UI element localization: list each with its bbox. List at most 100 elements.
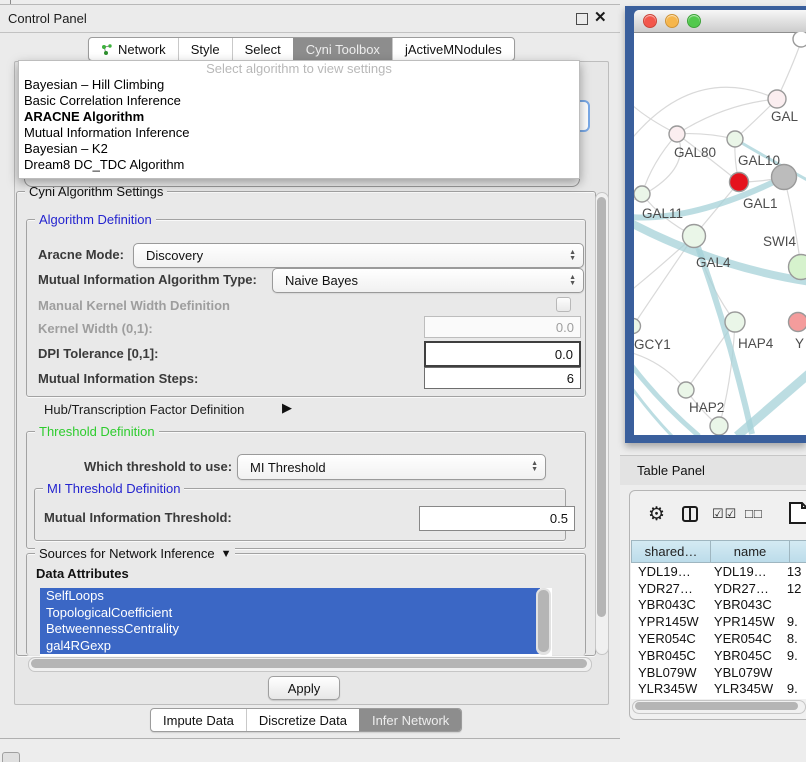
network-icon — [101, 43, 113, 56]
column-header-name[interactable]: name — [710, 540, 790, 563]
data-attribute-item[interactable]: gal4RGexp — [40, 638, 540, 655]
table-row[interactable]: YBL079WYBL079W — [631, 664, 806, 681]
table-cell: YBL079W — [631, 665, 707, 680]
network-node-gcy1[interactable] — [634, 319, 641, 334]
table-row[interactable]: YDL19…YDL19…13 — [631, 563, 806, 580]
network-node-gal4[interactable] — [683, 225, 706, 248]
network-edge[interactable] — [677, 99, 777, 134]
table-horizontal-scrollbar-thumb[interactable] — [635, 702, 798, 710]
collapsed-panel-button[interactable] — [2, 752, 20, 762]
network-node[interactable] — [793, 32, 806, 47]
document-icon[interactable] — [789, 502, 806, 529]
table-cell: YPR145W — [631, 614, 707, 629]
dpi-tolerance-field[interactable]: 0.0 — [424, 341, 581, 367]
table-row[interactable]: YIL052CYIL052C9 — [631, 697, 806, 699]
threshold-definition-title: Threshold Definition — [35, 424, 159, 439]
table-rows: YDL19…YDL19…13YDR27…YDR27…12YBR043CYBR04… — [631, 563, 806, 699]
minimize-traffic-light-icon[interactable] — [665, 14, 679, 28]
expand-arrow-icon[interactable]: ▶ — [282, 400, 292, 416]
network-edge[interactable] — [634, 222, 806, 282]
table-cell: YLR345W — [631, 681, 707, 696]
table-row[interactable]: YLR345WYLR345W9. — [631, 681, 806, 698]
deselect-all-icon[interactable]: □□ — [745, 506, 763, 521]
float-window-icon[interactable] — [576, 13, 588, 25]
close-traffic-light-icon[interactable] — [643, 14, 657, 28]
data-attribute-item[interactable]: SelfLoops — [40, 588, 540, 605]
mi-algorithm-type-combo[interactable]: Naive Bayes ▲▼ — [272, 268, 584, 293]
settings-vertical-scrollbar-thumb[interactable] — [597, 197, 606, 617]
network-node-hap4[interactable] — [725, 312, 745, 332]
tab-jactivemnodules[interactable]: jActiveMNodules — [392, 38, 514, 60]
data-attribute-item[interactable]: TopologicalCoefficient — [40, 605, 540, 622]
aracne-mode-value: Discovery — [146, 248, 203, 263]
column-layout-icon[interactable] — [682, 506, 698, 527]
network-edge[interactable] — [784, 177, 801, 267]
network-node-gal1[interactable] — [730, 173, 749, 192]
network-node-gal[interactable] — [768, 90, 786, 108]
table-row[interactable]: YDR27…YDR27…12 — [631, 580, 806, 597]
select-all-icon[interactable]: ☑☑ — [712, 506, 737, 522]
network-node-hap2[interactable] — [678, 382, 694, 398]
kernel-width-field[interactable]: 0.0 — [424, 316, 581, 338]
mi-threshold-field[interactable]: 0.5 — [419, 506, 575, 531]
aracne-mode-combo[interactable]: Discovery ▲▼ — [133, 243, 584, 268]
network-node-gal80[interactable] — [669, 126, 685, 142]
tab-cyni-toolbox[interactable]: Cyni Toolbox — [293, 38, 392, 60]
aracne-mode-label: Aracne Mode: — [38, 247, 124, 262]
network-edge[interactable] — [642, 134, 677, 194]
apply-button[interactable]: Apply — [268, 676, 340, 700]
tab-network[interactable]: Network — [89, 38, 178, 60]
mi-threshold-label: Mutual Information Threshold: — [44, 510, 232, 525]
table-row[interactable]: YBR045CYBR045C9. — [631, 647, 806, 664]
bottom-tab-infer-network[interactable]: Infer Network — [359, 709, 461, 731]
collapse-arrow-icon[interactable]: ▼ — [221, 548, 232, 560]
manual-kernel-width-checkbox[interactable] — [556, 297, 571, 312]
bottom-tab-discretize-data[interactable]: Discretize Data — [246, 709, 359, 731]
network-edge[interactable] — [634, 362, 699, 435]
network-node-gal11[interactable] — [634, 186, 650, 202]
network-canvas[interactable]: GALGAL80GAL10GAL1GAL11GAL4SWI4HAP4YGCY1H… — [634, 32, 806, 435]
attr-list-scrollbar-thumb[interactable] — [538, 590, 549, 652]
mi-steps-field[interactable]: 6 — [424, 367, 581, 389]
network-edge[interactable] — [677, 134, 735, 139]
algorithm-select-popup: Select algorithm to view settings Bayesi… — [18, 60, 580, 179]
algorithm-menu-item[interactable]: Bayesian – Hill Climbing — [19, 77, 579, 93]
network-edge[interactable] — [634, 352, 686, 390]
gear-icon[interactable]: ⚙ — [648, 503, 665, 526]
network-node-label: HAP4 — [738, 336, 774, 351]
network-node[interactable] — [772, 165, 797, 190]
algorithm-menu-item[interactable]: ARACNE Algorithm — [19, 109, 579, 125]
algorithm-menu-item[interactable]: Bayesian – K2 — [19, 141, 579, 157]
column-header-shared[interactable]: shared… — [631, 540, 711, 563]
bottom-tab-impute-data[interactable]: Impute Data — [151, 709, 246, 731]
network-node-gal10[interactable] — [727, 131, 743, 147]
network-node-swi4[interactable] — [789, 255, 806, 280]
which-threshold-combo[interactable]: MI Threshold ▲▼ — [237, 454, 546, 480]
table-row[interactable]: YPR145WYPR145W9. — [631, 613, 806, 630]
table-row[interactable]: YER054CYER054C8. — [631, 630, 806, 647]
column-header-clipped[interactable] — [789, 540, 806, 563]
data-attribute-item[interactable]: BetweennessCentrality — [40, 621, 540, 638]
sources-title-text: Sources for Network Inference — [39, 546, 215, 561]
algorithm-menu-item[interactable]: Basic Correlation Inference — [19, 93, 579, 109]
network-node-label: GAL4 — [696, 255, 731, 270]
manual-kernel-width-label: Manual Kernel Width Definition — [38, 298, 230, 313]
network-window-titlebar[interactable] — [634, 10, 806, 33]
zoom-traffic-light-icon[interactable] — [687, 14, 701, 28]
app-root: Control Panel ✕ NetworkStyleSelectCyni T… — [0, 0, 806, 762]
tab-style[interactable]: Style — [178, 38, 232, 60]
close-icon[interactable]: ✕ — [594, 8, 607, 26]
network-node-label: GAL11 — [642, 206, 683, 221]
divider-tick — [10, 0, 11, 4]
network-node[interactable] — [710, 417, 728, 435]
algorithm-select-prompt: Select algorithm to view settings — [19, 61, 579, 77]
table-row[interactable]: YBR043CYBR043C — [631, 597, 806, 614]
tab-select[interactable]: Select — [232, 38, 293, 60]
settings-horizontal-scrollbar-thumb[interactable] — [31, 659, 587, 668]
hub-definition-label[interactable]: Hub/Transcription Factor Definition — [44, 402, 244, 417]
algorithm-menu-item[interactable]: Mutual Information Inference — [19, 125, 579, 141]
bottom-tabs: Impute DataDiscretize DataInfer Network — [150, 708, 462, 732]
algorithm-menu-item[interactable]: Dream8 DC_TDC Algorithm — [19, 157, 579, 173]
which-threshold-value: MI Threshold — [250, 460, 326, 475]
network-node-y[interactable] — [789, 313, 806, 332]
